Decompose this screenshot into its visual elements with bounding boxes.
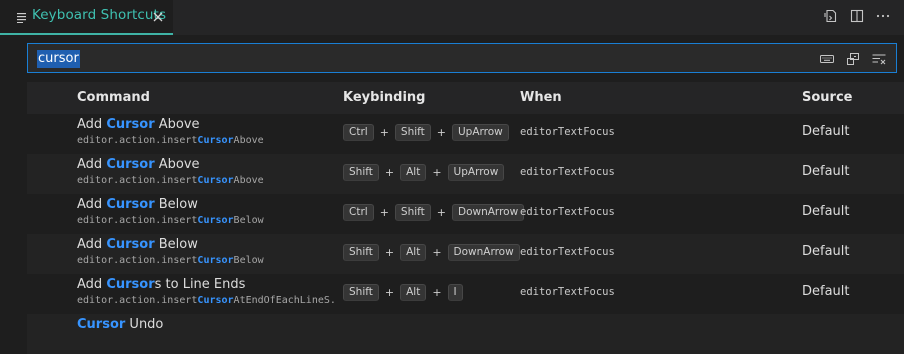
table-row[interactable]: Add Cursor Above editor.action.insertCur… [27,114,904,154]
table-row[interactable]: Add Cursor Above editor.action.insertCur… [27,154,904,194]
open-json-button[interactable] [822,7,840,25]
command-id: editor.action.insertCursorAbove [77,175,264,186]
split-editor-button[interactable] [848,7,866,25]
search-keybindings-input[interactable]: cursor [27,43,897,73]
column-header-command[interactable]: Command [77,90,150,105]
clear-search-button[interactable] [871,51,887,67]
table-row[interactable]: Add Cursors to Line Ends editor.action.i… [27,274,904,314]
command-id: editor.action.insertCursorBelow [77,215,264,226]
keybindings-table: Command Keybinding When Source Add Curso… [27,82,904,354]
tab-keyboard-shortcuts[interactable]: Keyboard Shortcuts [0,0,173,35]
clear-filter-icon [872,54,886,65]
keybinding-cell: Shift + Alt + UpArrow [343,164,505,181]
when-cell: editorTextFocus [520,126,615,138]
key-label: Shift [343,164,379,181]
command-cell: Add Cursor Above editor.action.insertCur… [77,156,337,189]
source-cell: Default [802,204,850,219]
keybinding-cell: Ctrl + Shift + UpArrow [343,124,509,141]
tab-label: Keyboard Shortcuts [32,7,167,23]
command-title: Add Cursor Above [77,117,200,132]
source-cell: Default [802,164,850,179]
search-value[interactable]: cursor [37,50,80,68]
key-label: Ctrl [343,204,374,221]
column-header-keybinding[interactable]: Keybinding [343,90,425,105]
command-title: Add Cursor Above [77,157,200,172]
split-editor-icon [850,9,864,23]
command-title: Add Cursor Below [77,197,198,212]
when-cell: editorTextFocus [520,166,615,178]
command-cell: Add Cursor Below editor.action.insertCur… [77,196,337,229]
editor-tab-bar: Keyboard Shortcuts [0,0,904,35]
table-header: Command Keybinding When Source [27,82,904,114]
search-tools [819,51,887,67]
command-id: editor.action.insertCursorBelow [77,255,264,266]
source-cell: Default [802,124,850,139]
key-label: Shift [343,284,379,301]
key-label: Alt [400,284,427,301]
key-label: Alt [400,164,427,181]
key-label: Shift [343,244,379,261]
keybinding-cell: Shift + Alt + DownArrow [343,244,520,261]
key-label: DownArrow [447,244,520,261]
when-cell: editorTextFocus [520,246,615,258]
command-id: editor.action.insertCursorAtEndOfEachLin… [77,295,335,306]
column-header-when[interactable]: When [520,90,562,105]
key-label: Shift [394,204,431,221]
key-label: Ctrl [343,124,374,141]
editor-actions [822,7,892,25]
close-icon[interactable] [152,11,164,23]
command-cell: Add Cursors to Line Ends editor.action.i… [77,276,337,309]
keybinding-cell: Ctrl + Shift + DownArrow [343,204,525,221]
source-cell: Default [802,284,850,299]
keyboard-icon [820,55,834,63]
key-label: UpArrow [452,124,509,141]
key-label: Shift [394,124,431,141]
command-id: editor.action.insertCursorAbove [77,135,264,146]
table-row[interactable]: Add Cursor Below editor.action.insertCur… [27,194,904,234]
open-file-icon [824,9,837,23]
sort-by-precedence-button[interactable] [845,51,861,67]
more-actions-button[interactable] [874,7,892,25]
sort-precedence-icon [847,53,859,65]
key-label: I [447,284,463,301]
ellipsis-icon [876,14,890,18]
table-row[interactable]: Cursor Undo [27,314,904,354]
list-icon [17,13,26,23]
source-cell: Default [802,244,850,259]
key-label: DownArrow [452,204,525,221]
column-header-source[interactable]: Source [802,90,852,105]
when-cell: editorTextFocus [520,206,615,218]
record-keys-button[interactable] [819,51,835,67]
command-title: Add Cursors to Line Ends [77,277,246,292]
table-row[interactable]: Add Cursor Below editor.action.insertCur… [27,234,904,274]
keybinding-cell: Shift + Alt + I [343,284,463,301]
command-cell: Add Cursor Below editor.action.insertCur… [77,236,337,269]
command-title: Add Cursor Below [77,237,198,252]
key-label: UpArrow [447,164,505,181]
command-cell: Add Cursor Above editor.action.insertCur… [77,116,337,149]
when-cell: editorTextFocus [520,286,615,298]
key-label: Alt [400,244,427,261]
